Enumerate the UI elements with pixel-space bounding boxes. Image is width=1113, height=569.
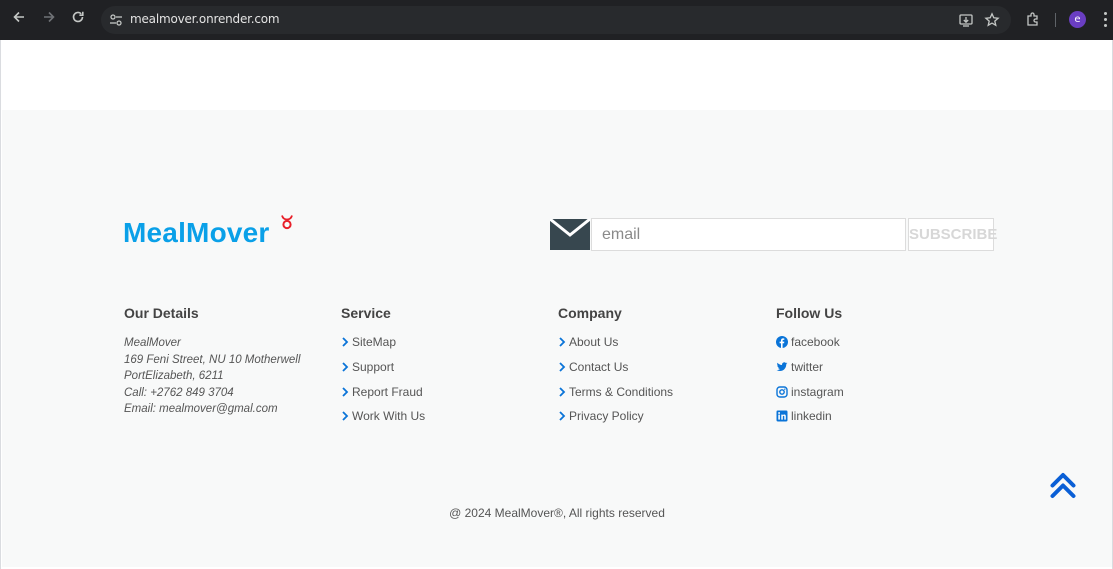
service-link-work-with-us[interactable]: Work With Us: [341, 404, 425, 429]
service-heading: Service: [341, 305, 391, 321]
company-link-privacy-policy[interactable]: Privacy Policy: [558, 404, 673, 429]
social-link-label[interactable]: linkedin: [791, 409, 832, 423]
browser-menu-icon[interactable]: [1104, 12, 1108, 28]
follow-us-section: Follow Us facebook twitter instagram lin…: [776, 305, 844, 429]
address-bar[interactable]: mealmover.onrender.com: [101, 6, 1011, 34]
details-street: 169 Feni Street, NU 10 Motherwell: [124, 353, 301, 366]
our-details-section: Our Details MealMover 169 Feni Street, N…: [124, 305, 300, 418]
email-input[interactable]: [591, 218, 906, 251]
subscribe-button[interactable]: SUBSCRIBE: [908, 218, 997, 251]
company-link-label[interactable]: About Us: [569, 335, 618, 349]
extensions-puzzle-icon[interactable]: [1025, 12, 1041, 28]
details-email: Email: mealmover@gmal.com: [124, 403, 278, 416]
company-heading: Company: [558, 305, 622, 321]
toolbar-divider: [1055, 13, 1056, 27]
chevron-right-icon: [342, 362, 349, 372]
social-link-label[interactable]: twitter: [791, 360, 823, 374]
back-to-top-icon[interactable]: [1050, 472, 1076, 500]
envelope-icon: [549, 217, 591, 250]
install-app-icon[interactable]: [958, 12, 974, 28]
forward-arrow-icon[interactable]: [39, 10, 59, 30]
service-link-label[interactable]: SiteMap: [352, 335, 396, 349]
details-company-name: MealMover: [124, 337, 181, 349]
social-link-label[interactable]: instagram: [791, 385, 844, 399]
company-link-contact-us[interactable]: Contact Us: [558, 355, 673, 380]
company-section: Company About Us Contact Us Terms & Cond…: [558, 305, 673, 429]
service-link-label[interactable]: Work With Us: [352, 409, 425, 423]
chevron-right-icon: [559, 362, 566, 372]
site-settings-icon[interactable]: [109, 13, 123, 27]
company-link-terms[interactable]: Terms & Conditions: [558, 379, 673, 404]
company-link-label[interactable]: Contact Us: [569, 360, 628, 374]
chevron-right-icon: [559, 411, 566, 422]
brand-logo-text[interactable]: MealMover: [123, 217, 270, 249]
chevron-right-icon: [342, 411, 349, 422]
copyright-text: @ 2024 MealMover®, All rights reserved: [449, 506, 665, 520]
facebook-icon: [776, 336, 788, 349]
details-phone: Call: +2762 849 3704: [124, 386, 234, 399]
service-link-sitemap[interactable]: SiteMap: [341, 330, 425, 355]
page-viewport: MealMover SUBSCRIBE Our Details MealMove…: [0, 40, 1113, 569]
linkedin-icon: [776, 410, 788, 422]
twitter-icon: [776, 362, 788, 372]
url-text[interactable]: mealmover.onrender.com: [130, 12, 280, 26]
browser-toolbar: mealmover.onrender.com e: [0, 0, 1113, 40]
back-arrow-icon[interactable]: [9, 10, 29, 30]
company-link-label[interactable]: Terms & Conditions: [569, 385, 673, 399]
social-link-facebook[interactable]: facebook: [776, 330, 844, 355]
service-link-report-fraud[interactable]: Report Fraud: [341, 379, 425, 404]
site-footer: MealMover SUBSCRIBE Our Details MealMove…: [2, 110, 1112, 567]
our-details-heading: Our Details: [124, 305, 199, 321]
social-link-instagram[interactable]: instagram: [776, 379, 844, 404]
profile-avatar[interactable]: e: [1069, 11, 1086, 28]
chevron-right-icon: [559, 387, 566, 397]
company-link-about-us[interactable]: About Us: [558, 330, 673, 355]
service-link-label[interactable]: Support: [352, 360, 394, 374]
brand-mark-icon: [281, 215, 293, 230]
follow-us-heading: Follow Us: [776, 305, 843, 321]
social-link-linkedin[interactable]: linkedin: [776, 404, 844, 429]
chevron-right-icon: [342, 337, 349, 347]
bookmark-star-icon[interactable]: [984, 12, 1000, 28]
service-link-label[interactable]: Report Fraud: [352, 385, 423, 399]
newsletter-form: SUBSCRIBE: [549, 217, 997, 251]
service-link-support[interactable]: Support: [341, 355, 425, 380]
instagram-icon: [776, 386, 788, 398]
reload-icon[interactable]: [68, 10, 88, 30]
social-link-label[interactable]: facebook: [791, 335, 840, 349]
details-city: PortElizabeth, 6211: [124, 370, 224, 383]
company-link-label[interactable]: Privacy Policy: [569, 409, 644, 423]
social-link-twitter[interactable]: twitter: [776, 355, 844, 380]
chevron-right-icon: [559, 337, 566, 347]
chevron-right-icon: [342, 387, 349, 397]
service-section: Service SiteMap Support Report Fraud Wor…: [341, 305, 425, 429]
